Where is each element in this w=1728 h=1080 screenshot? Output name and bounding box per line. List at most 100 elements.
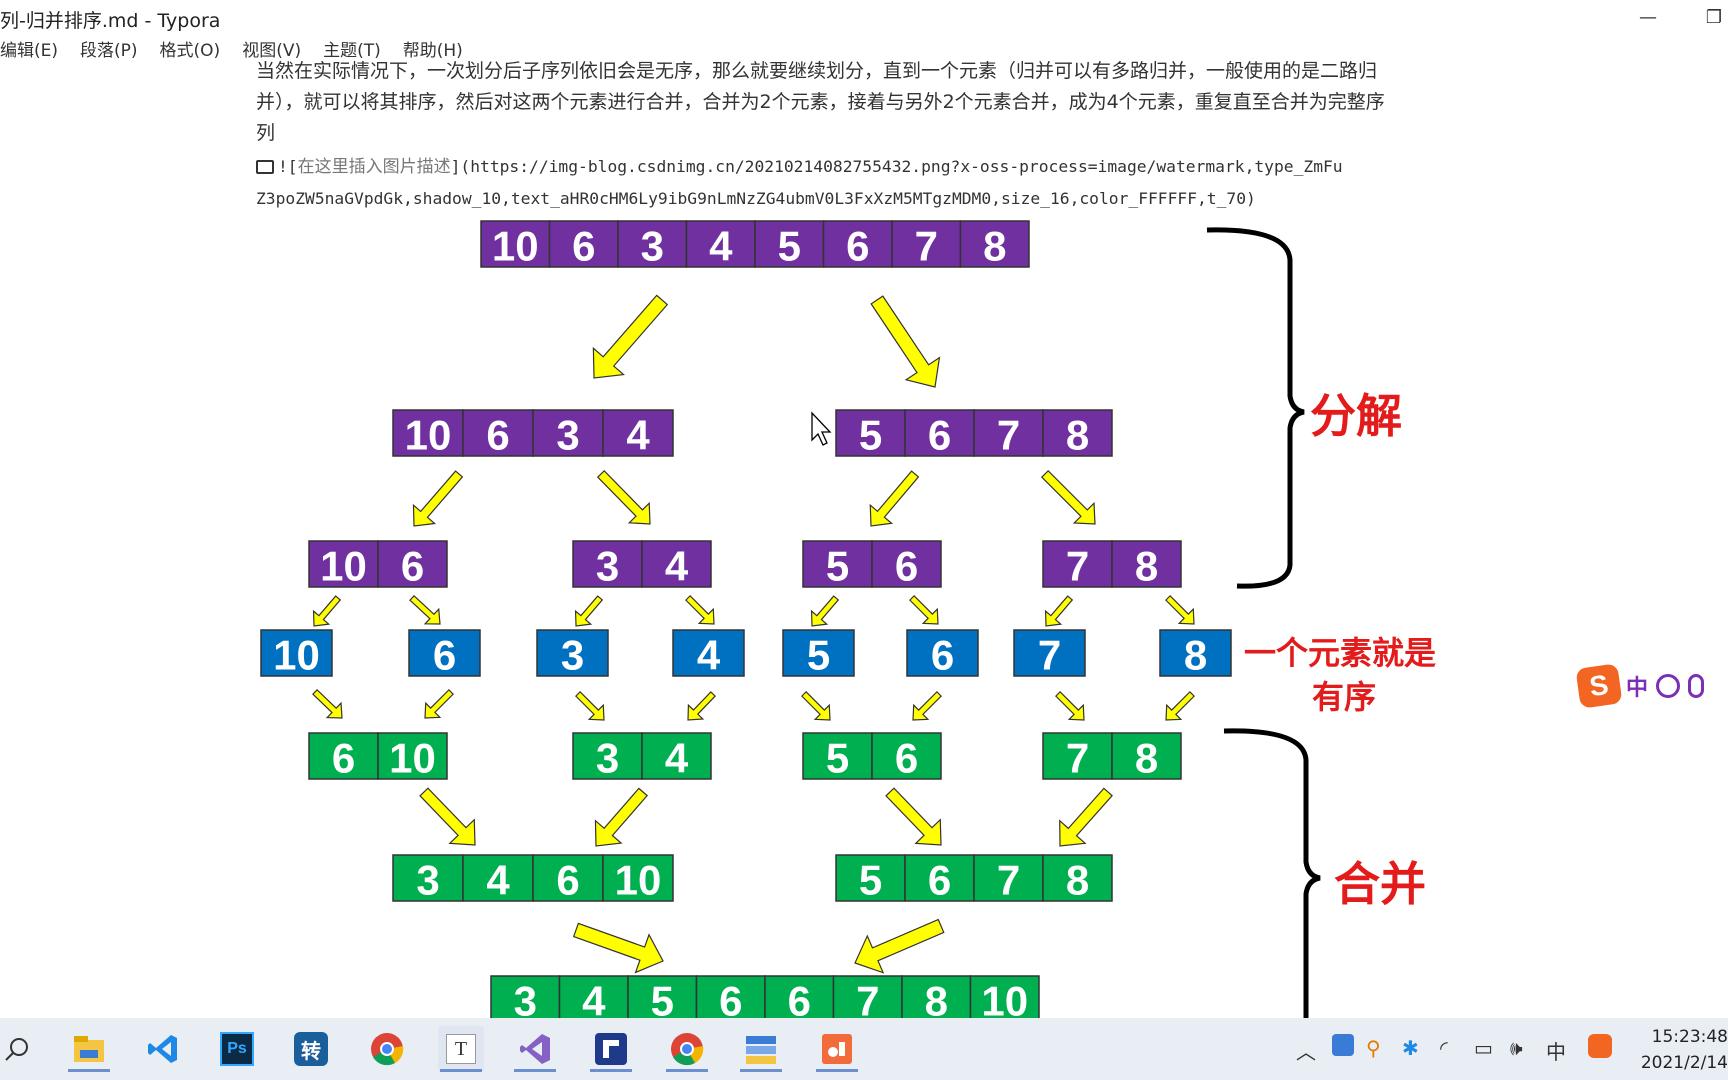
cell-value: 6 — [928, 412, 951, 459]
split-label: 分解 — [1310, 389, 1402, 443]
active-indicator — [666, 1069, 708, 1072]
clock[interactable]: 15:23:48 2021/2/14 — [1636, 1024, 1728, 1076]
volume-icon[interactable]: 🕪 — [1510, 1036, 1523, 1060]
yellow-arrow — [870, 295, 941, 388]
cell-value: 5 — [859, 857, 882, 904]
merge-row-level3: 3 4 5 6 6 7 8 10 — [490, 975, 1040, 1019]
yellow-arrow — [1055, 691, 1085, 721]
chrome-icon[interactable] — [664, 1026, 710, 1072]
cell-value: 6 — [895, 543, 918, 590]
sogou-tray-icon[interactable] — [1588, 1034, 1612, 1058]
cell-value: 3 — [641, 223, 664, 270]
wifi-icon[interactable]: ◜ — [1440, 1036, 1448, 1060]
yellow-arrow — [596, 470, 651, 525]
split-row-level1: 10 6 3 4 — [392, 409, 674, 459]
yellow-arrow — [1165, 595, 1195, 625]
yellow-arrow — [912, 691, 942, 721]
single-element: 3 — [536, 629, 609, 679]
cell-value: 6 — [572, 223, 595, 270]
microphone-icon[interactable] — [1688, 674, 1705, 698]
ime-mode[interactable]: 中 — [1626, 670, 1648, 702]
cell-value: 3 — [514, 978, 537, 1019]
typora-icon[interactable]: T — [438, 1026, 484, 1072]
cell-value: 6 — [719, 978, 742, 1019]
converter-icon[interactable]: 转 — [288, 1026, 334, 1072]
cell-value: 5 — [778, 223, 801, 270]
split-row-level0: 10 6 3 4 5 6 7 8 — [480, 220, 1030, 270]
cell-value: 10 — [273, 632, 320, 679]
cell-value: 4 — [665, 735, 689, 782]
cell-value: 7 — [1066, 735, 1089, 782]
cell-value: 3 — [596, 735, 619, 782]
presenter-icon[interactable] — [814, 1026, 860, 1072]
merge-sort-diagram: 10 6 3 4 5 6 7 810 6 3 4 5 6 7 810 6 3 4 5 6 7 810 6 3 4 5 6 7 86 10 3… — [260, 220, 1436, 1019]
clock-time: 15:23:48 — [1651, 1027, 1728, 1047]
ime-floating-bar[interactable]: S 中 — [1575, 663, 1728, 709]
yellow-arrow — [1044, 595, 1074, 627]
single-element: 5 — [782, 629, 855, 679]
merge-row-level1: 78 — [1042, 732, 1182, 782]
cell-value: 4 — [697, 632, 721, 679]
cell-value: 7 — [1066, 543, 1089, 590]
chrome-icon[interactable] — [364, 1026, 410, 1072]
emoji-icon[interactable] — [1656, 674, 1681, 698]
yellow-arrow — [685, 595, 715, 625]
magnifier-icon[interactable]: ⚲ — [1366, 1036, 1381, 1060]
ps-label: Ps — [220, 1032, 254, 1066]
search-icon[interactable] — [0, 1026, 40, 1072]
single-element-label: 有序 — [1312, 678, 1376, 716]
cell-value: 10 — [615, 857, 662, 904]
yellow-arrow — [1059, 787, 1113, 847]
cell-value: 8 — [1066, 412, 1089, 459]
cell-value: 10 — [981, 978, 1028, 1019]
cell-value: 8 — [1135, 543, 1158, 590]
converter-label: 转 — [294, 1032, 328, 1066]
cell-value: 6 — [401, 543, 424, 590]
vscode-icon[interactable] — [140, 1026, 186, 1072]
yellow-arrow — [687, 691, 717, 721]
flowus-icon[interactable] — [588, 1026, 634, 1072]
cell-value: 3 — [416, 857, 439, 904]
active-indicator — [590, 1069, 632, 1072]
cell-value: 8 — [983, 223, 1006, 270]
active-indicator — [68, 1069, 110, 1072]
cell-value: 3 — [561, 632, 584, 679]
cell-value: 8 — [1135, 735, 1158, 782]
active-indicator — [440, 1069, 482, 1072]
split-row-level2: 56 — [802, 540, 942, 590]
yellow-arrow — [1040, 469, 1096, 525]
cell-value: 6 — [928, 857, 951, 904]
visual-studio-icon[interactable] — [512, 1026, 558, 1072]
chevron-up-icon[interactable]: ︿ — [1296, 1036, 1316, 1065]
single-element: 10 — [260, 629, 333, 679]
yellow-arrow — [409, 594, 441, 625]
single-element: 6 — [408, 629, 481, 679]
taskbar: Ps 转 T ︿ ⚲ ✱ ◜ ▭ 🕪 中 15:23:48 2021/2/14 — [0, 1018, 1728, 1080]
cell-value: 8 — [925, 978, 948, 1019]
merge-row-level2: 5678 — [835, 854, 1113, 904]
split-row-level1: 5678 — [835, 409, 1113, 459]
cell-value: 5 — [826, 543, 849, 590]
yellow-arrow — [801, 691, 831, 721]
sogou-logo-icon[interactable]: S — [1575, 663, 1623, 709]
merge-row-level1: 6 10 — [308, 732, 448, 782]
cell-value: 10 — [492, 223, 539, 270]
bluetooth-icon[interactable]: ✱ — [1402, 1036, 1419, 1060]
yellow-arrow — [575, 691, 605, 721]
cell-value: 4 — [486, 857, 510, 904]
cell-value: 10 — [389, 735, 436, 782]
yellow-arrow — [810, 595, 840, 627]
cell-value: 3 — [596, 543, 619, 590]
merge-row-level1: 56 — [802, 732, 942, 782]
yellow-arrow — [909, 595, 939, 625]
cell-value: 4 — [665, 543, 689, 590]
tools-icon[interactable] — [738, 1026, 784, 1072]
tray-app-icon[interactable] — [1332, 1034, 1354, 1056]
cell-value: 8 — [1066, 857, 1089, 904]
yellow-arrow — [869, 470, 920, 527]
merge-row-level2: 3 4 6 10 — [392, 854, 674, 904]
photoshop-icon[interactable]: Ps — [214, 1026, 260, 1072]
file-explorer-icon[interactable] — [66, 1026, 112, 1072]
battery-icon[interactable]: ▭ — [1474, 1036, 1493, 1060]
tray-ime-mode[interactable]: 中 — [1546, 1036, 1566, 1065]
